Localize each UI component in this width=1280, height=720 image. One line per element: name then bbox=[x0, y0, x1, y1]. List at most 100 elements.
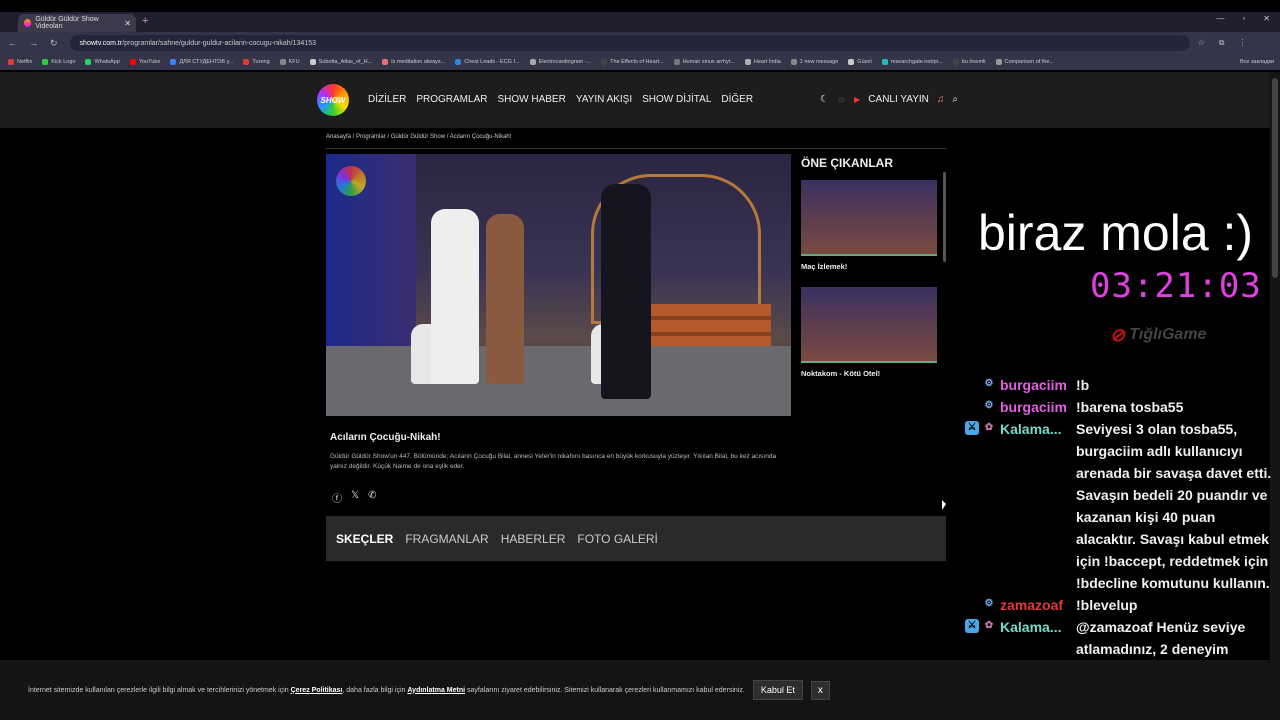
bookmark-item[interactable]: ДЛЯ СТУДЕНТОВ у... bbox=[170, 59, 233, 65]
bookmark-item[interactable]: WhatsApp bbox=[85, 59, 120, 65]
bookmark-favicon-icon bbox=[744, 59, 751, 65]
new-tab-icon[interactable]: + bbox=[142, 15, 148, 27]
tab-title: Güldür Güldür Show Videoları bbox=[35, 16, 99, 30]
bookmark-item[interactable]: Is meditation always... bbox=[382, 59, 445, 65]
cookie-policy-link[interactable]: Çerez Politikası bbox=[291, 687, 343, 694]
reload-icon[interactable]: ↻ bbox=[50, 38, 58, 49]
extensions-icon[interactable]: ⧉ bbox=[1219, 38, 1225, 48]
video-player[interactable] bbox=[326, 154, 791, 416]
video-actor bbox=[431, 209, 479, 384]
x-twitter-icon[interactable]: 𝕏 bbox=[351, 490, 359, 505]
close-cookie-button[interactable]: x bbox=[810, 680, 830, 700]
content-tab[interactable]: SKEÇLER bbox=[336, 532, 393, 546]
featured-thumbnail[interactable] bbox=[801, 180, 937, 256]
bookmarks-bar: Netflix Kick Logo WhatsApp YouTube ДЛЯ СТУДЕ… bbox=[0, 54, 1280, 70]
forward-icon[interactable]: → bbox=[29, 38, 38, 49]
bookmark-item[interactable]: KFU bbox=[279, 59, 300, 65]
content-tab[interactable]: FRAGMANLAR bbox=[405, 532, 488, 546]
content-tab[interactable]: HABERLER bbox=[501, 532, 566, 546]
bookmark-favicon-icon bbox=[279, 59, 286, 65]
featured-card[interactable]: Maç İzlemek! bbox=[801, 180, 937, 271]
bookmark-item[interactable]: Electrocardiogram -... bbox=[529, 59, 591, 65]
nav-item[interactable]: PROGRAMLAR bbox=[416, 94, 487, 105]
bookmark-item[interactable]: Human sinus arrhyt... bbox=[673, 59, 735, 65]
bookmark-item[interactable]: The Effects of Heart... bbox=[601, 59, 664, 65]
bookmark-favicon-icon bbox=[529, 59, 536, 65]
bot-badge-icon: ⚙ bbox=[984, 598, 994, 609]
bot-badge-icon: ⚙ bbox=[984, 400, 994, 411]
nav-item[interactable]: DİĞER bbox=[721, 94, 753, 105]
dark-mode-icon[interactable]: ☾ bbox=[820, 94, 829, 105]
chat-username[interactable]: burgaciim bbox=[998, 374, 1070, 396]
minimize-icon[interactable]: — bbox=[1216, 14, 1224, 23]
close-window-icon[interactable]: ✕ bbox=[1263, 14, 1270, 23]
bookmark-item[interactable]: Güzel bbox=[848, 59, 872, 65]
live-indicator-icon: ▶ bbox=[854, 95, 861, 104]
bookmark-star-icon[interactable]: ☆ bbox=[1198, 38, 1205, 48]
chat-badges: ⚔ ✿ bbox=[962, 418, 998, 594]
address-bar[interactable]: showtv.com.tr/programlar/sahne/guldur-gu… bbox=[69, 35, 1190, 51]
bookmark-item[interactable]: Comparison of the... bbox=[995, 59, 1054, 65]
featured-card[interactable]: Noktakom - Kötü Otel! bbox=[801, 287, 937, 378]
bookmark-item[interactable]: 1 new message bbox=[790, 59, 838, 65]
bookmark-item[interactable]: Sobotta_Atlas_of_H... bbox=[309, 59, 373, 65]
featured-scrollbar[interactable] bbox=[943, 172, 946, 262]
tab-favicon-icon bbox=[24, 19, 32, 27]
search-icon[interactable]: ⌕ bbox=[952, 94, 958, 105]
menu-icon[interactable]: ⋮ bbox=[1238, 38, 1246, 48]
bookmark-label: Netflix bbox=[17, 59, 33, 65]
bookmark-item[interactable]: Heart India bbox=[744, 59, 781, 65]
bookmark-favicon-icon bbox=[309, 59, 316, 65]
chat-username[interactable]: zamazoaf bbox=[998, 594, 1070, 616]
nav-item[interactable]: YAYIN AKIŞI bbox=[576, 94, 632, 105]
tab-close-icon[interactable]: ✕ bbox=[124, 19, 131, 28]
chat-username[interactable]: Kalama... bbox=[998, 418, 1070, 594]
live-link[interactable]: CANLI YAYIN bbox=[868, 94, 929, 105]
privacy-notice-link[interactable]: Aydınlatma Metni bbox=[407, 687, 465, 694]
bookmark-item[interactable]: Kick Logo bbox=[42, 59, 75, 65]
bookmark-item[interactable]: Tureng bbox=[243, 59, 270, 65]
facebook-icon[interactable]: ⓕ bbox=[332, 490, 342, 505]
nav-item[interactable]: DİZİLER bbox=[368, 94, 406, 105]
breadcrumb: Anasayfa / Programlar / Güldür Güldür Sh… bbox=[326, 134, 512, 140]
browser-tab[interactable]: Güldür Güldür Show Videoları ✕ bbox=[18, 14, 136, 32]
url-path: /programlar/sahne/guldur-guldur-acilarin… bbox=[122, 39, 316, 47]
browser-toolbar: ← → ↻ showtv.com.tr/programlar/sahne/gul… bbox=[0, 32, 1280, 54]
whatsapp-icon[interactable]: ✆ bbox=[368, 490, 376, 505]
video-actor bbox=[601, 184, 651, 399]
bookmark-item[interactable]: bu önemli bbox=[952, 59, 986, 65]
bookmark-item[interactable]: YouTube bbox=[129, 59, 160, 65]
bookmark-item[interactable]: researchgate.net/pr... bbox=[881, 59, 943, 65]
bookmark-label: Heart India bbox=[753, 59, 781, 65]
bookmark-label: Sobotta_Atlas_of_H... bbox=[318, 59, 373, 65]
notification-icon[interactable]: ♫ bbox=[937, 94, 945, 105]
bookmark-favicon-icon bbox=[8, 59, 14, 65]
streamer-brand: ⊘ TığlıGame bbox=[1110, 322, 1232, 348]
show-logo[interactable]: SHOW bbox=[317, 84, 349, 116]
bookmark-item[interactable]: Chest Leads - ECG I... bbox=[455, 59, 520, 65]
all-bookmarks-folder[interactable]: Все закладки bbox=[1240, 59, 1280, 65]
featured-caption[interactable]: Noktakom - Kötü Otel! bbox=[801, 369, 937, 378]
mouse-cursor-icon bbox=[942, 500, 946, 510]
bookmark-favicon-icon bbox=[85, 59, 92, 65]
nav-item[interactable]: SHOW DİJİTAL bbox=[642, 94, 711, 105]
featured-caption[interactable]: Maç İzlemek! bbox=[801, 262, 937, 271]
maximize-icon[interactable]: ▫ bbox=[1242, 14, 1245, 23]
cookie-text-2: , daha fazla bilgi için bbox=[342, 686, 406, 694]
accept-cookies-button[interactable]: Kabul Et bbox=[752, 680, 803, 700]
nav-item[interactable]: SHOW HABER bbox=[497, 94, 565, 105]
page-scrollbar-thumb[interactable] bbox=[1272, 78, 1278, 278]
chat-badges: ⚙ bbox=[962, 396, 998, 418]
moderator-badge-icon: ⚔ bbox=[965, 619, 979, 633]
url-host: showtv.com.tr bbox=[79, 39, 123, 47]
light-mode-icon[interactable]: ☼ bbox=[837, 94, 846, 105]
bookmark-item[interactable]: Netflix bbox=[8, 59, 32, 65]
divider bbox=[326, 148, 946, 149]
bookmark-favicon-icon bbox=[673, 59, 680, 65]
chat-username[interactable]: burgaciim bbox=[998, 396, 1070, 418]
content-tab[interactable]: FOTO GALERİ bbox=[577, 532, 657, 546]
chat-badges: ⚙ bbox=[962, 374, 998, 396]
back-icon[interactable]: ← bbox=[8, 38, 17, 49]
featured-thumbnail[interactable] bbox=[801, 287, 937, 363]
bookmark-label: Tureng bbox=[252, 59, 270, 65]
